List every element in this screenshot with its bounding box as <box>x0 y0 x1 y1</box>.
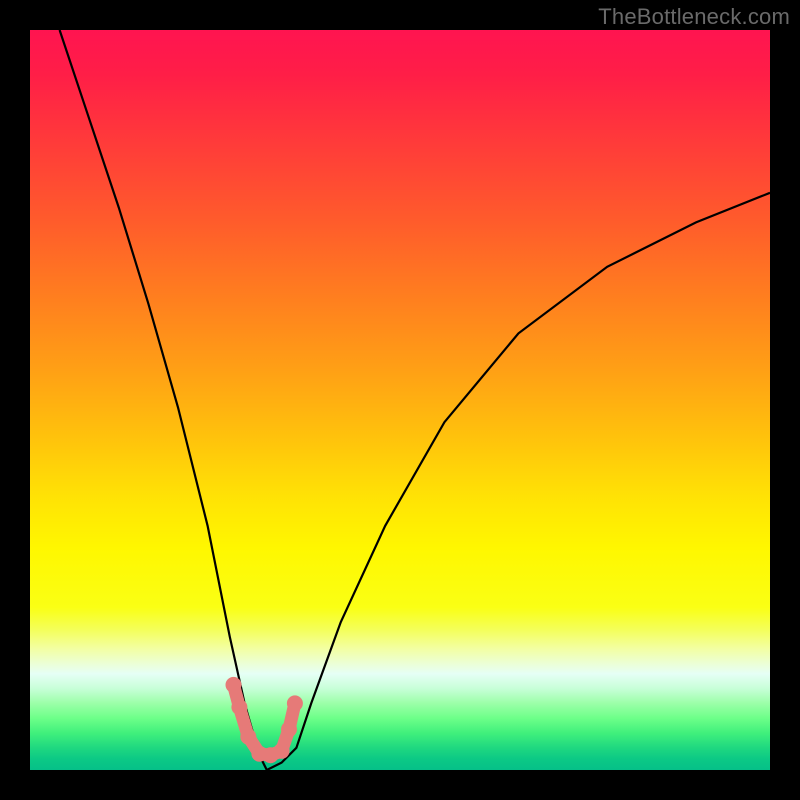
optimal-marker <box>274 743 290 759</box>
chart-canvas: TheBottleneck.com <box>0 0 800 800</box>
optimal-marker <box>226 677 242 693</box>
optimal-marker <box>287 695 303 711</box>
bottleneck-curve <box>60 30 770 770</box>
curve-overlay <box>30 30 770 770</box>
watermark-text: TheBottleneck.com <box>598 4 790 30</box>
optimal-marker <box>240 729 256 745</box>
optimal-marker <box>231 699 247 715</box>
optimal-marker <box>281 721 297 737</box>
